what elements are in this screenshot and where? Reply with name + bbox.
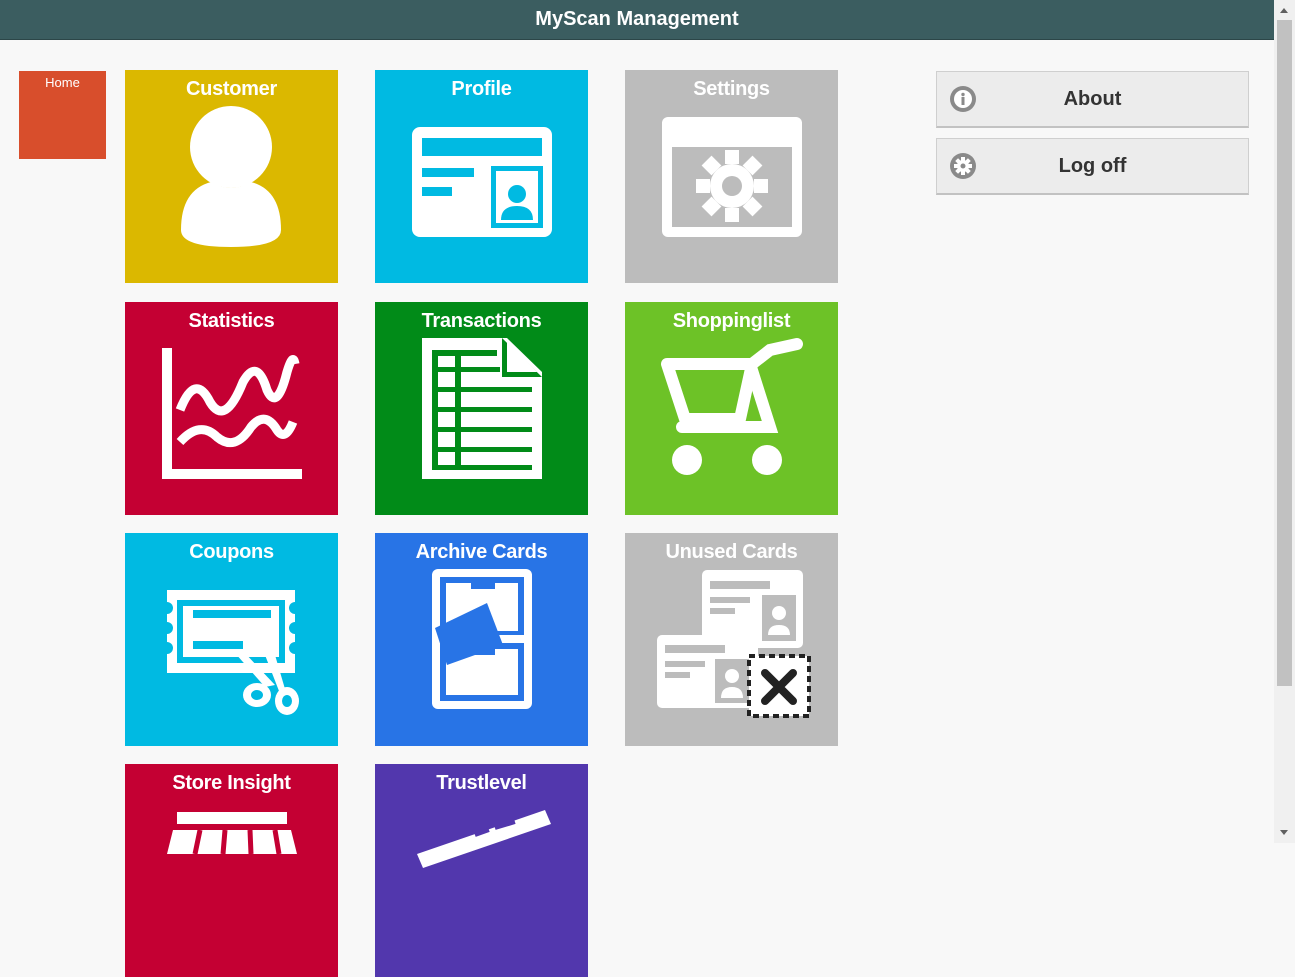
home-tile[interactable]: Home	[19, 71, 106, 159]
tile-shoppinglist[interactable]: Shoppinglist	[625, 302, 838, 515]
scrollbar-thumb[interactable]	[1277, 20, 1292, 686]
logoff-label: Log off	[1058, 154, 1127, 177]
tile-store-insight[interactable]: Store Insight	[125, 764, 338, 977]
about-button[interactable]: About	[936, 71, 1249, 128]
coupon-scissors-icon	[161, 590, 301, 715]
tile-transactions[interactable]: Transactions	[375, 302, 588, 515]
tile-statistics[interactable]: Statistics	[125, 302, 338, 515]
tile-archive-cards[interactable]: Archive Cards	[375, 533, 588, 746]
id-card-icon	[412, 127, 552, 237]
settings-window-icon	[662, 117, 802, 237]
vertical-scrollbar[interactable]	[1274, 0, 1295, 843]
logoff-button[interactable]: Log off	[936, 138, 1249, 195]
shopping-cart-icon	[661, 338, 803, 475]
about-label: About	[1063, 87, 1122, 110]
unused-cards-icon	[657, 570, 811, 718]
app-header: MyScan Management	[0, 0, 1274, 40]
ledger-document-icon	[422, 338, 542, 479]
gear-icon	[950, 153, 976, 179]
statistics-chart-icon	[162, 348, 302, 479]
home-label: Home	[45, 75, 80, 90]
filing-cabinet-icon	[432, 569, 532, 709]
tile-trustlevel[interactable]: Trustlevel	[375, 764, 588, 977]
info-icon	[950, 86, 976, 112]
tile-coupons[interactable]: Coupons	[125, 533, 338, 746]
scroll-up-arrow-icon[interactable]	[1280, 8, 1288, 13]
app-title: MyScan Management	[535, 8, 739, 30]
trustlevel-icon	[417, 810, 551, 868]
tile-unused-cards[interactable]: Unused Cards	[625, 533, 838, 746]
storefront-icon	[167, 812, 297, 855]
person-icon	[181, 106, 281, 247]
tile-profile[interactable]: Profile	[375, 70, 588, 283]
scroll-down-arrow-icon[interactable]	[1280, 830, 1288, 835]
tile-settings[interactable]: Settings	[625, 70, 838, 283]
tile-customer[interactable]: Customer	[125, 70, 338, 283]
